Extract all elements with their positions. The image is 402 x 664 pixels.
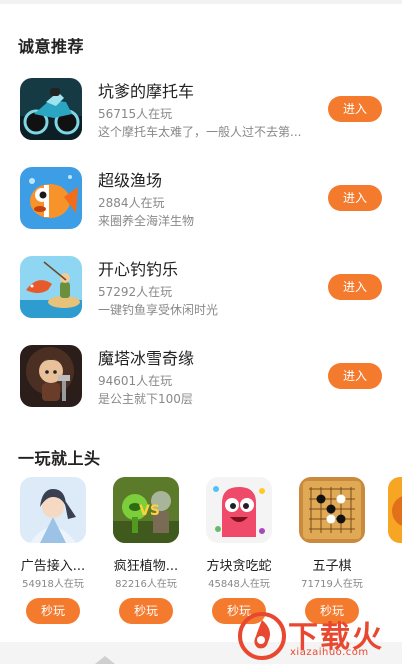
game-description: 这个摩托车太难了，一般人过不去第... <box>98 125 302 139</box>
enter-button[interactable]: 进入 <box>328 185 382 211</box>
svg-text:VS: VS <box>139 503 160 519</box>
game-name: 五子棋 <box>312 559 352 574</box>
play-button[interactable]: 秒玩 <box>26 598 80 624</box>
game-description: 是公主就下100层 <box>98 392 193 406</box>
player-count: 82216人在玩 <box>115 579 177 590</box>
gomoku-board-icon[interactable] <box>299 477 365 543</box>
play-button[interactable]: 秒玩 <box>119 598 173 624</box>
fishing-game-icon[interactable] <box>20 256 82 318</box>
plants-zombies-icon[interactable]: VS <box>113 477 179 543</box>
flame-logo-icon <box>238 612 286 660</box>
top-divider <box>0 0 402 4</box>
list-item[interactable]: 开心钓钓乐 57292人在玩 一键钓鱼享受休闲时光 进入 <box>0 248 402 337</box>
game-description: 一键钓鱼享受休闲时光 <box>98 303 219 317</box>
player-count: 71719人在玩 <box>301 579 363 590</box>
watermark: 下载火 xiazaihuo.com <box>238 606 402 664</box>
player-count: 57292人在玩 <box>98 285 173 299</box>
player-count: 54918人在玩 <box>22 579 84 590</box>
snake-game-icon[interactable] <box>206 477 272 543</box>
player-count: 2884人在玩 <box>98 196 165 210</box>
list-item[interactable]: 坑爹的摩托车 56715人在玩 这个摩托车太难了，一般人过不去第... 进入 <box>0 70 402 159</box>
list-item[interactable]: 超级渔场 2884人在玩 来圈养全海洋生物 进入 <box>0 159 402 248</box>
section-title-recommended: 诚意推荐 <box>18 37 85 56</box>
anime-character-icon[interactable] <box>20 477 86 543</box>
game-name: 开心钓钓乐 <box>98 260 179 279</box>
enter-button[interactable]: 进入 <box>328 274 382 300</box>
basketball-game-icon[interactable] <box>388 477 402 543</box>
list-item[interactable]: VS 疯狂植物... 82216人在玩 秒玩 <box>99 475 191 635</box>
enter-button[interactable]: 进入 <box>328 363 382 389</box>
fish-game-icon[interactable] <box>20 167 82 229</box>
scroll-up-arrow-icon[interactable] <box>95 656 115 664</box>
game-name: 篮 <box>376 555 402 574</box>
tower-game-icon[interactable] <box>20 345 82 407</box>
game-name: 广告接入... <box>20 559 86 574</box>
enter-button[interactable]: 进入 <box>328 96 382 122</box>
game-description: 来圈养全海洋生物 <box>98 214 195 228</box>
list-item[interactable]: 魔塔冰雪奇缘 94601人在玩 是公主就下100层 进入 <box>0 337 402 426</box>
recommended-list: 坑爹的摩托车 56715人在玩 这个摩托车太难了，一般人过不去第... 进入 超… <box>0 70 402 426</box>
game-name: 超级渔场 <box>98 171 163 190</box>
game-name: 坑爹的摩托车 <box>98 82 195 101</box>
watermark-url: xiazaihuo.com <box>290 647 369 658</box>
list-item[interactable]: 广告接入... 54918人在玩 秒玩 <box>6 475 98 635</box>
player-count: 45848人在玩 <box>208 579 270 590</box>
motorcycle-game-icon[interactable] <box>20 78 82 140</box>
player-count: 56715人在玩 <box>98 107 173 121</box>
game-name: 魔塔冰雪奇缘 <box>98 349 195 368</box>
player-count: 94601人在玩 <box>98 374 173 388</box>
game-name: 方块贪吃蛇 <box>206 559 272 574</box>
game-name: 疯狂植物... <box>113 559 179 574</box>
section-title-hot: 一玩就上头 <box>18 449 101 468</box>
